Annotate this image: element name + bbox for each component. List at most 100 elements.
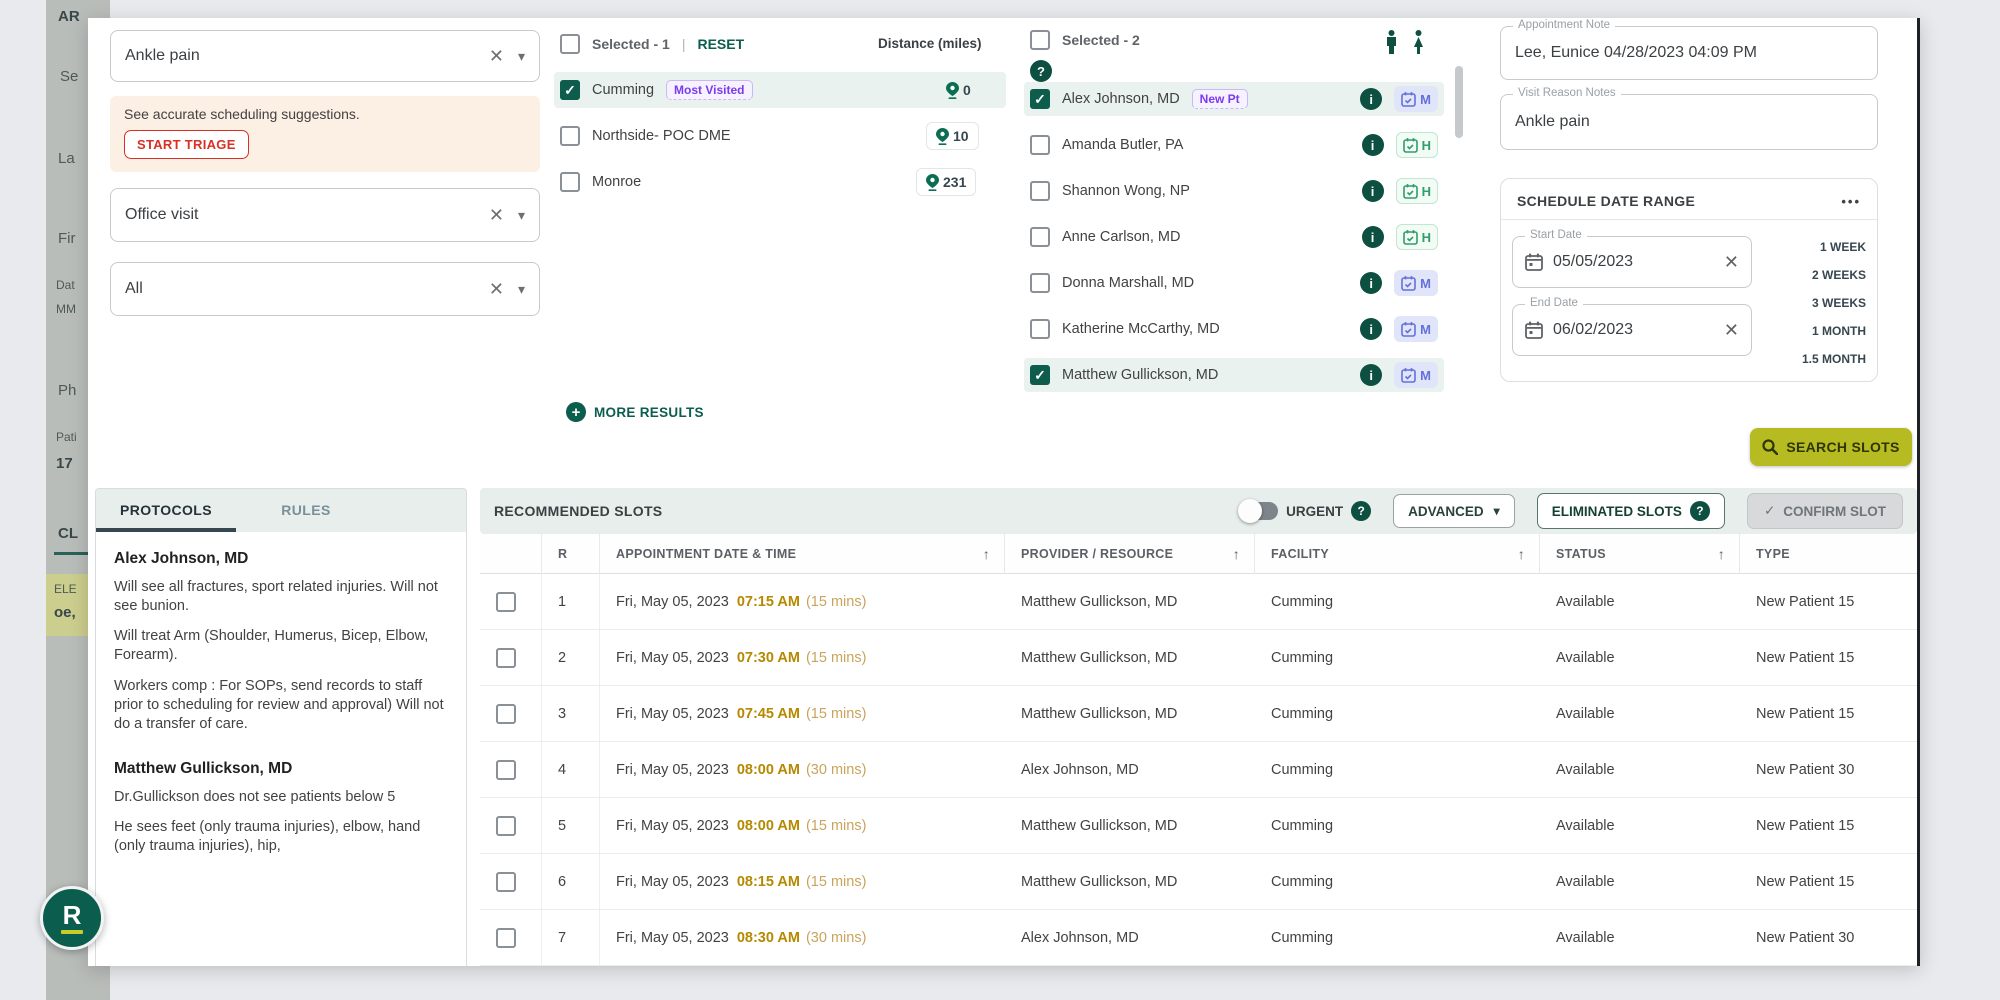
info-icon[interactable]: i <box>1361 134 1384 156</box>
urgent-toggle[interactable] <box>1238 499 1279 523</box>
provider-row[interactable]: Shannon Wong, NP i H <box>1024 174 1444 208</box>
slot-checkbox[interactable] <box>496 591 516 612</box>
slot-row[interactable]: 4 Fri, May 05, 2023 08:00 AM (30 mins) Ale… <box>480 742 1917 798</box>
location-checkbox[interactable] <box>560 126 580 146</box>
slot-checkbox[interactable] <box>496 927 516 948</box>
slot-provider: Matthew Gullickson, MD <box>1021 873 1178 890</box>
start-date-field[interactable]: Start Date 05/05/2023 ✕ <box>1512 229 1752 288</box>
appointment-note-value: Lee, Eunice 04/28/2023 04:09 PM <box>1515 44 1757 61</box>
info-icon[interactable]: i <box>1360 272 1383 294</box>
provider-row[interactable]: ✓ Alex Johnson, MD New Pt i M <box>1024 82 1444 116</box>
provider-row[interactable]: Amanda Butler, PA i H <box>1024 128 1444 162</box>
appointment-note-field[interactable]: Appointment Note Lee, Eunice 04/28/2023 … <box>1500 19 1878 80</box>
location-checkbox[interactable] <box>560 172 580 192</box>
providers-scrollbar[interactable] <box>1455 66 1463 138</box>
quick-range-1-5-month[interactable]: 1.5 MONTH <box>1756 352 1866 366</box>
quick-range-1-week[interactable]: 1 WEEK <box>1756 240 1866 254</box>
eliminated-slots-button[interactable]: ELIMINATED SLOTS ? <box>1536 493 1725 529</box>
provider-checkbox[interactable] <box>1030 181 1050 201</box>
clear-icon[interactable]: ✕ <box>489 279 504 300</box>
slot-select-cell <box>480 910 542 965</box>
slot-select-cell <box>480 630 542 685</box>
header-rank[interactable]: R <box>542 534 600 574</box>
header-datetime[interactable]: APPOINTMENT DATE & TIME ↑ <box>600 534 1005 574</box>
locations-select-all-checkbox[interactable] <box>560 34 580 54</box>
visit-type-select[interactable]: Office visit ✕ ▾ <box>110 188 540 242</box>
slot-facility: Cumming <box>1271 817 1334 834</box>
clear-icon[interactable]: ✕ <box>1724 320 1739 341</box>
slot-row[interactable]: 6 Fri, May 05, 2023 08:15 AM (15 mins) Mat… <box>480 854 1917 910</box>
info-icon[interactable]: i <box>1360 318 1383 340</box>
slot-type: New Patient 15 <box>1756 873 1855 890</box>
provider-calendar-chip[interactable]: H <box>1395 132 1438 158</box>
slot-checkbox[interactable] <box>496 759 516 780</box>
slot-row[interactable]: 3 Fri, May 05, 2023 07:45 AM (15 mins) Mat… <box>480 686 1917 742</box>
provider-checkbox[interactable] <box>1030 227 1050 247</box>
provider-calendar-chip[interactable]: M <box>1394 86 1438 112</box>
provider-row[interactable]: Anne Carlson, MD i H <box>1024 220 1444 254</box>
help-icon[interactable]: ? <box>1030 60 1052 82</box>
location-checkbox[interactable]: ✓ <box>560 80 580 100</box>
provider-row[interactable]: Katherine McCarthy, MD i M <box>1024 312 1444 346</box>
header-status[interactable]: STATUS ↑ <box>1540 534 1740 574</box>
quick-range-3-weeks[interactable]: 3 WEEKS <box>1756 296 1866 310</box>
bg-fragment: MM <box>56 302 76 316</box>
search-slots-button[interactable]: SEARCH SLOTS <box>1750 428 1912 466</box>
provider-checkbox[interactable] <box>1030 135 1050 155</box>
provider-calendar-chip[interactable]: M <box>1394 270 1438 296</box>
chevron-down-icon[interactable]: ▾ <box>518 48 525 65</box>
clear-icon[interactable]: ✕ <box>1724 252 1739 273</box>
provider-checkbox[interactable]: ✓ <box>1030 89 1050 109</box>
provider-checkbox[interactable] <box>1030 319 1050 339</box>
info-icon[interactable]: i <box>1360 88 1383 110</box>
slot-checkbox[interactable] <box>496 815 516 836</box>
slot-checkbox[interactable] <box>496 647 516 668</box>
provider-row[interactable]: Donna Marshall, MD i M <box>1024 266 1444 300</box>
chevron-down-icon[interactable]: ▾ <box>518 281 525 298</box>
provider-calendar-chip[interactable]: M <box>1394 362 1438 388</box>
info-icon[interactable]: i <box>1361 226 1384 248</box>
urgent-help-icon[interactable]: ? <box>1351 501 1372 521</box>
header-provider[interactable]: PROVIDER / RESOURCE ↑ <box>1005 534 1255 574</box>
advanced-dropdown[interactable]: ADVANCED ▾ <box>1393 494 1515 528</box>
calendar-letter: M <box>1420 275 1431 291</box>
chief-complaint-select[interactable]: Ankle pain ✕ ▾ <box>110 30 540 82</box>
info-icon[interactable]: i <box>1361 180 1384 202</box>
tab-protocols[interactable]: PROTOCOLS <box>96 489 236 532</box>
provider-checkbox[interactable] <box>1030 273 1050 293</box>
visit-reason-field[interactable]: Visit Reason Notes Ankle pain <box>1500 87 1878 150</box>
provider-name: Katherine McCarthy, MD <box>1062 321 1220 337</box>
end-date-field[interactable]: End Date 06/02/2023 ✕ <box>1512 297 1752 356</box>
provider-scope-select[interactable]: All ✕ ▾ <box>110 262 540 316</box>
slot-row[interactable]: 7 Fri, May 05, 2023 08:30 AM (30 mins) Ale… <box>480 910 1917 966</box>
header-type[interactable]: TYPE <box>1740 534 1910 574</box>
more-results-link[interactable]: + MORE RESULTS <box>566 402 704 422</box>
provider-calendar-chip[interactable]: H <box>1395 224 1438 250</box>
quick-range-1-month[interactable]: 1 MONTH <box>1756 324 1866 338</box>
start-triage-button[interactable]: START TRIAGE <box>124 130 249 159</box>
provider-calendar-chip[interactable]: H <box>1395 178 1438 204</box>
slot-checkbox[interactable] <box>496 703 516 724</box>
slot-row[interactable]: 2 Fri, May 05, 2023 07:30 AM (15 mins) Mat… <box>480 630 1917 686</box>
clear-icon[interactable]: ✕ <box>489 205 504 226</box>
provider-calendar-chip[interactable]: M <box>1394 316 1438 342</box>
info-icon[interactable]: i <box>1360 364 1383 386</box>
providers-select-all-checkbox[interactable] <box>1030 30 1050 50</box>
slot-row[interactable]: 5 Fri, May 05, 2023 08:00 AM (15 mins) Mat… <box>480 798 1917 854</box>
provider-row[interactable]: ✓ Matthew Gullickson, MD i M <box>1024 358 1444 392</box>
chevron-down-icon[interactable]: ▾ <box>518 207 525 224</box>
clear-icon[interactable]: ✕ <box>489 46 504 67</box>
scheduling-modal: Ankle pain ✕ ▾ See accurate scheduling s… <box>88 18 1920 966</box>
location-name: Cumming <box>592 82 655 98</box>
app-fab-button[interactable]: R <box>40 886 104 950</box>
locations-reset-button[interactable]: RESET <box>697 36 744 52</box>
quick-range-2-weeks[interactable]: 2 WEEKS <box>1756 268 1866 282</box>
confirm-slot-button[interactable]: ✓ CONFIRM SLOT <box>1746 493 1903 529</box>
slot-checkbox[interactable] <box>496 871 516 892</box>
calendar-letter: H <box>1421 183 1431 199</box>
header-facility[interactable]: FACILITY ↑ <box>1255 534 1540 574</box>
more-options-icon[interactable]: ••• <box>1841 194 1861 209</box>
tab-rules[interactable]: RULES <box>236 489 376 532</box>
slot-row[interactable]: 1 Fri, May 05, 2023 07:15 AM (15 mins) Mat… <box>480 574 1917 630</box>
provider-checkbox[interactable]: ✓ <box>1030 365 1050 385</box>
